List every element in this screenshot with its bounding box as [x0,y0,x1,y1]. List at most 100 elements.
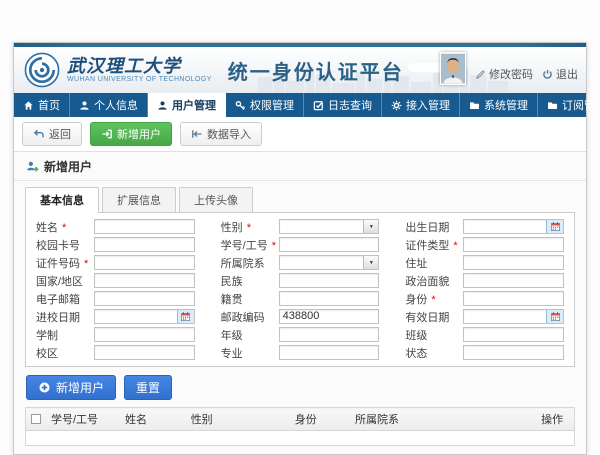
grade-input[interactable] [279,327,380,342]
form-field-campus: 校区 [36,345,195,360]
form-grid: 姓名 *性别 *▼出生日期校园卡号学号/工号 *证件类型 *证件号码 *所属院系… [36,219,564,360]
nav-tab-home[interactable]: 首页 [14,93,70,117]
class-input[interactable] [463,327,564,342]
required-asterisk: * [269,240,276,252]
gender-input[interactable]: ▼ [279,219,380,234]
status-input[interactable] [463,345,564,360]
ethnicity-label: 民族 [221,273,279,289]
postal-code-label: 邮政编码 [221,309,279,325]
folder-icon [547,100,558,111]
identity-input[interactable] [463,291,564,306]
nav-tab-system-management[interactable]: 系统管理 [460,93,538,117]
logout-link[interactable]: 退出 [542,66,578,82]
campus-card-no-input[interactable] [94,237,195,252]
id-number-input[interactable] [94,255,195,270]
app-window: 武汉理工大学 WUHAN UNIVERSITY OF TECHNOLOGY 统一… [13,42,587,455]
name-input[interactable] [94,219,195,234]
user-icon [79,100,90,111]
tab-upload-avatar[interactable]: 上传头像 [179,187,253,212]
table-header-row: 学号/工号姓名性别身份所属院系操作 [26,408,575,431]
nav-tab-permission-management[interactable]: 权限管理 [226,93,304,117]
required-asterisk: * [450,240,457,252]
form-field-id-number: 证件号码 * [36,255,195,270]
class-label: 班级 [405,327,463,343]
study-length-label: 学制 [36,327,94,343]
postal-code-input[interactable]: 438800 [279,309,380,324]
form-field-grade: 年级 [221,327,380,342]
column-header-student-id[interactable]: 学号/工号 [46,408,120,431]
political-status-input[interactable] [463,273,564,288]
form-field-political-status: 政治面貌 [405,273,564,288]
reset-button[interactable]: 重置 [124,375,172,400]
status-label: 状态 [405,345,463,361]
major-input[interactable] [279,345,380,360]
submit-add-user-button[interactable]: 新增用户 [26,375,116,400]
dropdown-arrow-icon[interactable]: ▼ [363,220,378,233]
entry-date-input[interactable] [94,309,195,324]
toolbar-add-user-button[interactable]: 新增用户 [90,122,172,146]
student-id-input[interactable] [279,237,380,252]
form-actions: 新增用户 重置 [25,367,575,407]
column-header-gender[interactable]: 性别 [186,408,290,431]
basic-info-panel: 姓名 *性别 *▼出生日期校园卡号学号/工号 *证件类型 *证件号码 *所属院系… [25,212,575,367]
valid-date-input[interactable] [463,309,564,324]
nav-tab-profile[interactable]: 个人信息 [70,93,148,117]
form-field-birth-date: 出生日期 [405,219,564,234]
change-password-link[interactable]: 修改密码 [475,66,533,82]
form-field-campus-card-no: 校园卡号 [36,237,195,252]
gear-icon [391,100,402,111]
campus-label: 校区 [36,345,94,361]
nav-tab-log-query[interactable]: 日志查询 [304,93,382,117]
id-number-label: 证件号码 * [36,255,94,271]
calendar-icon[interactable] [177,310,194,323]
tab-basic-info[interactable]: 基本信息 [25,187,99,213]
university-block: 武汉理工大学 WUHAN UNIVERSITY OF TECHNOLOGY [67,57,212,83]
nav-tab-access-management[interactable]: 接入管理 [382,93,460,117]
calendar-icon[interactable] [546,220,563,233]
back-button[interactable]: 返回 [22,122,82,146]
data-import-button[interactable]: 数据导入 [180,122,262,146]
email-input[interactable] [94,291,195,306]
dropdown-arrow-icon[interactable]: ▼ [363,256,378,269]
campus-input[interactable] [94,345,195,360]
major-label: 专业 [221,345,279,361]
form-region: 基本信息扩展信息上传头像 姓名 *性别 *▼出生日期校园卡号学号/工号 *证件类… [14,181,586,454]
nav-tab-subscription-management[interactable]: 订阅管理 [538,93,600,117]
column-header-name[interactable]: 姓名 [120,408,186,431]
form-field-address: 住址 [405,255,564,270]
content-area: 新增用户 基本信息扩展信息上传头像 姓名 *性别 *▼出生日期校园卡号学号/工号… [14,152,586,454]
column-header-identity[interactable]: 身份 [290,408,350,431]
country-region-input[interactable] [94,273,195,288]
address-label: 住址 [405,255,463,271]
campus-card-no-label: 校园卡号 [36,237,94,253]
native-place-input[interactable] [279,291,380,306]
political-status-label: 政治面貌 [405,273,463,289]
column-header-operation[interactable]: 操作 [536,408,574,431]
native-place-label: 籍贯 [221,291,279,307]
department-input[interactable]: ▼ [279,255,380,270]
form-field-student-id: 学号/工号 * [221,237,380,252]
header-user-area: 修改密码 退出 [440,52,578,85]
column-header-department[interactable]: 所属院系 [350,408,536,431]
ethnicity-input[interactable] [279,273,380,288]
department-label: 所属院系 [221,255,279,271]
form-field-identity: 身份 * [405,291,564,306]
tab-extended-info[interactable]: 扩展信息 [102,187,176,212]
form-field-name: 姓名 * [36,219,195,234]
id-type-input[interactable] [463,237,564,252]
nav-tab-user-management[interactable]: 用户管理 [148,93,226,117]
address-input[interactable] [463,255,564,270]
import-arrow-icon [191,128,203,140]
required-asterisk: * [428,294,435,306]
university-name: 武汉理工大学 [67,57,212,76]
section-header: 新增用户 [14,152,586,181]
pencil-icon [475,69,486,80]
form-field-class: 班级 [405,327,564,342]
birth-date-input[interactable] [463,219,564,234]
section-title: 新增用户 [44,158,92,175]
study-length-input[interactable] [94,327,195,342]
select-all-checkbox[interactable] [31,414,41,424]
calendar-icon[interactable] [546,310,563,323]
required-asterisk: * [81,258,88,270]
form-field-id-type: 证件类型 * [405,237,564,252]
